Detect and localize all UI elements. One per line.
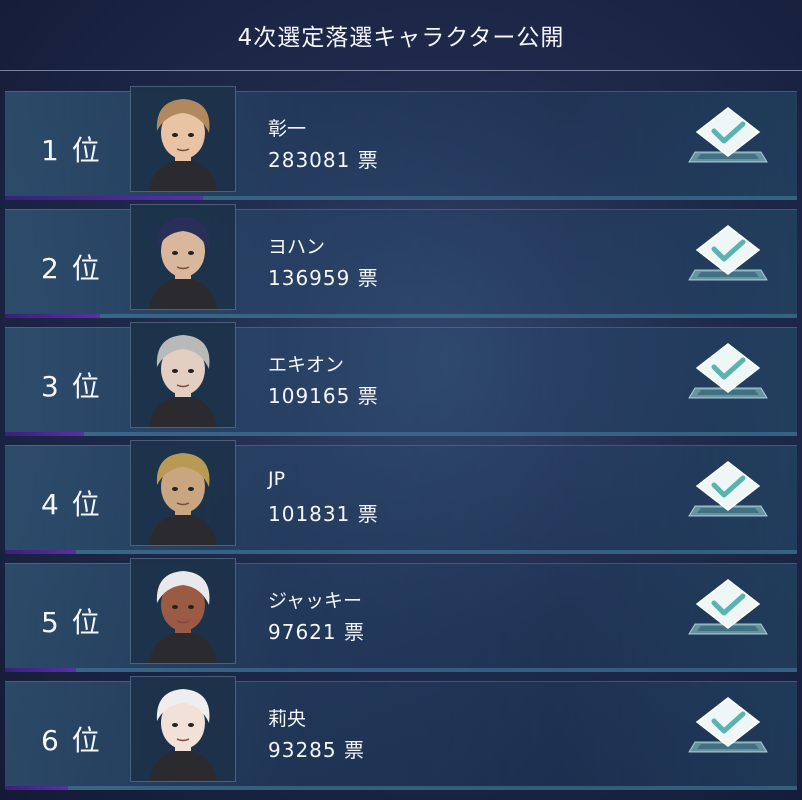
character-name: 莉央 — [268, 708, 307, 730]
ranking-row[interactable]: 6 位 莉央 93285 票 — [5, 676, 797, 790]
ranking-row[interactable]: 5 位 ジャッキー 97621 票 — [5, 558, 797, 672]
character-portrait — [130, 86, 236, 192]
row-underline — [5, 786, 797, 790]
character-portrait — [130, 322, 236, 428]
rank-label: 5 位 — [41, 606, 102, 639]
rank-label: 4 位 — [41, 488, 102, 521]
ranking-row[interactable]: 2 位 ヨハン 136959 票 — [5, 204, 797, 318]
ranking-row[interactable]: 4 位 JP 101831 票 — [5, 440, 797, 554]
character-portrait — [130, 676, 236, 782]
character-portrait — [130, 558, 236, 664]
row-underline — [5, 432, 797, 436]
character-name: 彰一 — [268, 118, 307, 140]
row-underline — [5, 550, 797, 554]
vote-progress-bar — [5, 314, 101, 318]
ballot-check-icon[interactable] — [687, 460, 769, 522]
ballot-check-icon[interactable] — [687, 342, 769, 404]
rank-label: 3 位 — [41, 370, 102, 403]
rank-label: 6 位 — [41, 724, 102, 757]
vote-count: 93285 票 — [268, 738, 365, 762]
vote-progress-bar — [5, 196, 203, 200]
ballot-check-icon[interactable] — [687, 224, 769, 286]
row-underline — [5, 314, 797, 318]
character-name: ヨハン — [268, 236, 326, 258]
character-name: JP — [268, 468, 286, 490]
character-name: エキオン — [268, 354, 345, 376]
ballot-check-icon[interactable] — [687, 106, 769, 168]
vote-progress-bar — [5, 432, 85, 436]
vote-progress-bar — [5, 786, 69, 790]
vote-count: 109165 票 — [268, 384, 379, 408]
rank-label: 1 位 — [41, 134, 102, 167]
vote-count: 283081 票 — [268, 148, 379, 172]
rank-label: 2 位 — [41, 252, 102, 285]
vote-count: 101831 票 — [268, 502, 379, 526]
character-portrait — [130, 204, 236, 310]
character-name: ジャッキー — [268, 590, 363, 612]
vote-progress-bar — [5, 550, 77, 554]
vote-progress-bar — [5, 668, 77, 672]
ranking-row[interactable]: 3 位 エキオン 109165 票 — [5, 322, 797, 436]
vote-count: 97621 票 — [268, 620, 365, 644]
row-underline — [5, 668, 797, 672]
ballot-check-icon[interactable] — [687, 696, 769, 758]
ranking-row[interactable]: 1 位 彰一 283081 票 — [5, 86, 797, 200]
vote-count: 136959 票 — [268, 266, 379, 290]
ranking-list: 1 位 彰一 283081 票 2 位 ヨハン 136959 票 3 位 エキオン 109165… — [0, 0, 802, 800]
ballot-check-icon[interactable] — [687, 578, 769, 640]
character-portrait — [130, 440, 236, 546]
